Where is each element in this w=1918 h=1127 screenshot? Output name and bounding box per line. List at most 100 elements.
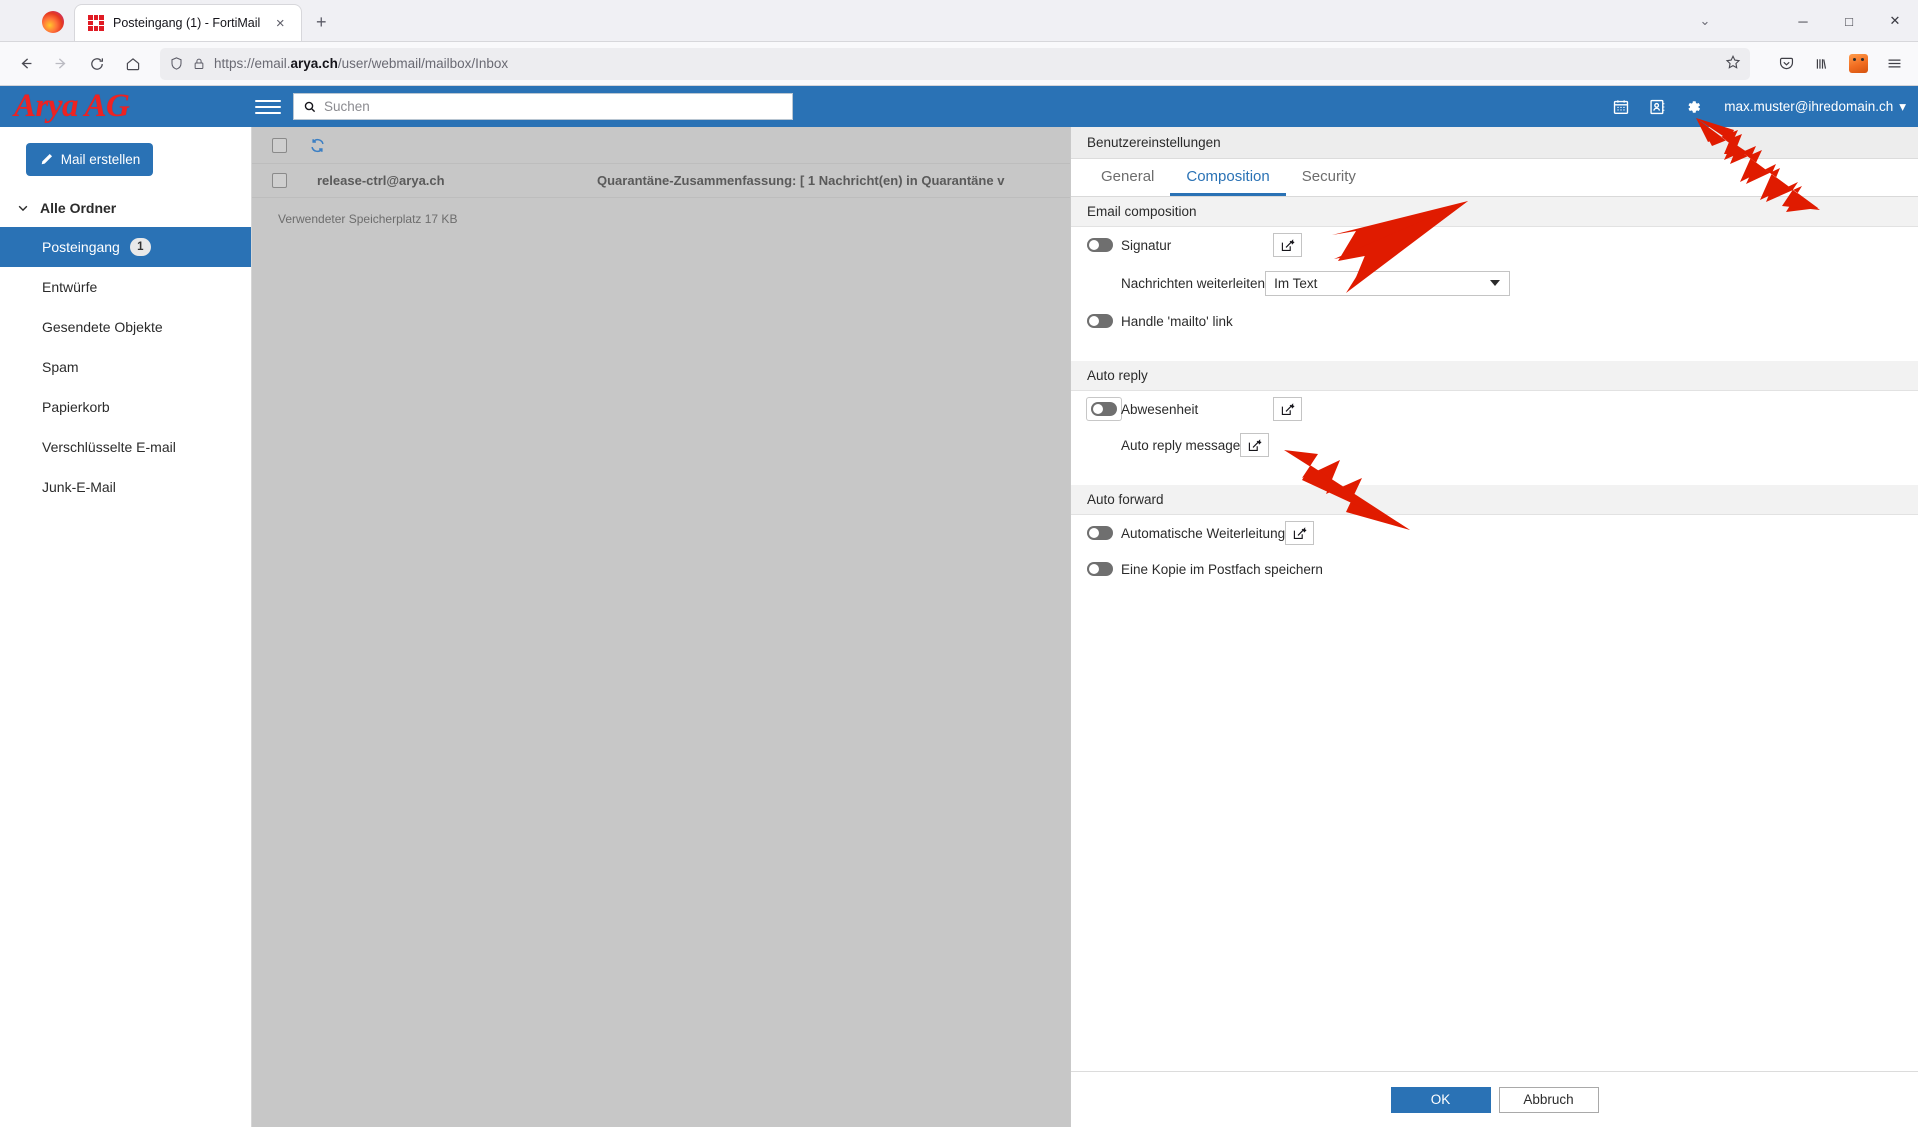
reload-icon[interactable] [80,48,114,80]
search-input[interactable]: Suchen [293,93,793,120]
edit-pencil-square-icon[interactable] [1240,433,1270,457]
close-icon[interactable]: × [269,12,291,34]
section-heading: Auto forward [1071,485,1918,515]
save-to-pocket-icon[interactable] [1770,48,1802,80]
forward-arrow-icon [44,48,78,80]
sidebar-item-label: Papierkorb [42,399,110,415]
url-text: https://email.arya.ch/user/webmail/mailb… [214,56,508,71]
firefox-logo-icon [42,11,64,33]
toggle-switch[interactable] [1087,238,1113,252]
toggle-switch[interactable] [1091,402,1117,416]
sidebar-item-spam[interactable]: Spam [0,347,251,387]
tab-security[interactable]: Security [1286,159,1372,196]
cancel-button[interactable]: Abbruch [1498,1086,1599,1113]
select-all-checkbox[interactable] [272,137,287,153]
sidebar-item-label: Junk-E-Mail [42,479,116,495]
edit-pencil-square-icon[interactable] [1273,397,1302,421]
home-icon[interactable] [116,48,150,80]
browser-tab-title: Posteingang (1) - FortiMail [113,16,261,30]
bookmark-star-icon[interactable] [1725,54,1741,74]
pencil-icon [41,153,52,165]
browser-tab[interactable]: Posteingang (1) - FortiMail × [74,4,303,41]
sidebar-item-label: Posteingang [42,239,120,255]
chevron-down-icon [18,205,28,212]
toggle-wrapper [1087,398,1121,420]
mail-subject: Quarantäne-Zusammenfassung: [ 1 Nachrich… [597,173,1005,188]
app-header: Arya AG Suchen max.muster@ihredomain.ch … [0,86,1918,127]
compose-mail-label: Mail erstellen [60,152,141,167]
maximize-button[interactable]: □ [1826,0,1872,42]
browser-titlebar: Posteingang (1) - FortiMail × + ⌄ ─ □ ✕ [0,0,1918,42]
chevron-down-icon[interactable]: ⌄ [1676,0,1734,42]
url-path: /user/webmail/mailbox/Inbox [337,56,509,71]
window-controls: ⌄ ─ □ ✕ [1676,0,1918,42]
compose-mail-button[interactable]: Mail erstellen [26,143,153,176]
library-icon[interactable] [1806,48,1838,80]
minimize-button[interactable]: ─ [1780,0,1826,42]
sidebar-item-posteingang[interactable]: Posteingang 1 [0,227,251,267]
forwarding-mode-select[interactable]: Im Text [1265,270,1511,296]
sidebar: Mail erstellen Alle Ordner Posteingang 1 E… [0,127,252,1127]
brand-logo: Arya AG [14,88,130,124]
url-prefix: https://email. [214,56,291,71]
tab-composition[interactable]: Composition [1170,159,1286,196]
sidebar-item-label: Gesendete Objekte [42,319,163,335]
app-menu-toggle-icon[interactable] [255,94,281,120]
toggle-wrapper [1087,314,1121,328]
refresh-icon[interactable] [309,137,326,154]
url-bar[interactable]: https://email.arya.ch/user/webmail/mailb… [160,47,1750,80]
sidebar-item-label: Spam [42,359,79,375]
toggle-switch[interactable] [1087,526,1113,540]
settings-row-label: Signatur [1121,237,1172,253]
toggle-switch[interactable] [1087,562,1113,576]
address-book-icon[interactable] [1648,98,1666,116]
settings-row: Handle 'mailto' link [1071,303,1918,339]
chevron-down-icon [1490,280,1501,286]
section-heading: Auto reply [1071,361,1918,391]
app-header-actions: max.muster@ihredomain.ch ▾ [1612,86,1906,127]
settings-row: Abwesenheit [1071,391,1918,427]
toggle-wrapper [1087,526,1121,540]
settings-row-label: Auto reply message [1121,437,1241,453]
edit-pencil-square-icon[interactable] [1285,521,1315,545]
new-tab-button[interactable]: + [310,11,332,33]
settings-tabs: General Composition Security [1071,159,1918,197]
close-window-button[interactable]: ✕ [1872,0,1918,42]
tab-general[interactable]: General [1085,159,1170,196]
sidebar-item-entw-rfe[interactable]: Entwürfe [0,267,251,307]
calendar-icon[interactable] [1612,98,1630,116]
settings-footer: OK Abbruch [1071,1071,1918,1127]
edit-pencil-square-icon[interactable] [1273,233,1302,257]
settings-row: Eine Kopie im Postfach speichern [1071,551,1918,587]
all-folders-toggle[interactable]: Alle Ordner [0,189,251,227]
settings-sections: Email composition Signatur Nachrichten wei… [1071,197,1918,587]
settings-row-label: Abwesenheit [1121,401,1199,417]
browser-navbar: https://email.arya.ch/user/webmail/mailb… [0,42,1918,86]
sidebar-item-papierkorb[interactable]: Papierkorb [0,387,251,427]
sidebar-item-gesendete-objekte[interactable]: Gesendete Objekte [0,307,251,347]
settings-row-label: Handle 'mailto' link [1121,313,1233,329]
select-value: Im Text [1274,275,1318,291]
toggle-switch[interactable] [1087,314,1113,328]
row-checkbox[interactable] [272,173,287,188]
hamburger-menu-icon[interactable] [1878,48,1910,80]
section-heading: Email composition [1071,197,1918,227]
settings-row-label: Eine Kopie im Postfach speichern [1121,561,1323,577]
search-placeholder: Suchen [324,99,370,114]
gear-icon[interactable] [1684,98,1702,116]
search-icon [304,101,316,112]
unread-count-badge: 1 [129,238,151,256]
folder-list: Posteingang 1 Entwürfe Gesendete Objekte Spa… [0,227,251,507]
url-domain: arya.ch [290,56,338,71]
padlock-icon [192,57,206,71]
app-body: Mail erstellen Alle Ordner Posteingang 1 E… [0,127,1918,1127]
back-arrow-icon[interactable] [8,48,42,80]
ok-button[interactable]: OK [1390,1086,1491,1113]
user-account-menu[interactable]: max.muster@ihredomain.ch ▾ [1724,99,1906,115]
metamask-extension-icon[interactable] [1842,48,1874,80]
sidebar-item-verschl-sselte-e-mail[interactable]: Verschlüsselte E-mail [0,427,251,467]
settings-panel-title: Benutzereinstellungen [1071,127,1918,159]
mail-sender: release-ctrl@arya.ch [317,173,445,188]
settings-row-label: Nachrichten weiterleiten [1121,275,1266,291]
sidebar-item-junk-e-mail[interactable]: Junk-E-Mail [0,467,251,507]
